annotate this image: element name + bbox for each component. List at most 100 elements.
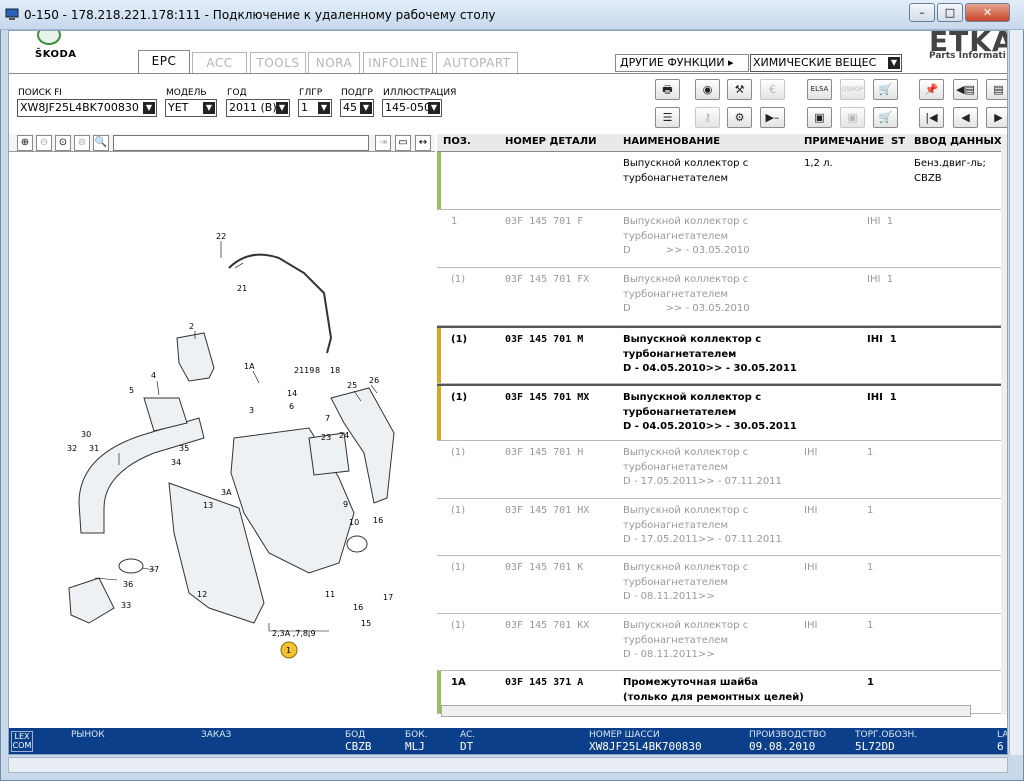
oil-line-part (228, 253, 333, 354)
row-pos: 1A (451, 677, 466, 688)
search-fi-field[interactable]: XW8JF25L4BK700830 ▼ (17, 99, 157, 117)
filter-label-search: ПОИСК FI (18, 88, 62, 98)
table-row[interactable]: (1) 03F 145 701 K Выпускной коллектор с ту… (437, 556, 1007, 614)
row-pos: (1) (451, 447, 466, 458)
row-name: Выпускной коллектор с турбонагнетателем … (623, 274, 750, 314)
disc-button[interactable]: ◉ (695, 79, 720, 100)
osmop-button[interactable]: OSMOP (840, 79, 865, 100)
col-name[interactable]: НАИМЕНОВАНИЕ (623, 136, 720, 147)
parts-horizontal-scrollbar[interactable] (441, 705, 971, 717)
table-row[interactable]: (1) 03F 145 701 MX Выпускной коллектор с т… (437, 384, 1007, 441)
cart-button[interactable]: 🛒 (873, 79, 898, 100)
split-button[interactable]: ↔ (415, 135, 431, 151)
disabled-nav-button[interactable]: ⇥ (375, 135, 391, 151)
sub-group-value: 45 (343, 101, 357, 114)
filter-label-sub-group: ПОДГР (341, 88, 373, 98)
zoom-reset-button[interactable]: ⊚ (74, 135, 90, 151)
model-select[interactable]: YET ▼ (165, 99, 217, 117)
svg-text:24: 24 (339, 431, 349, 440)
title-bar[interactable]: 0-150 - 178.218.221.178:111 - Подключени… (0, 0, 1024, 30)
row-part-number: 03F 145 701 H (505, 447, 584, 458)
tab-nora[interactable]: NORA (308, 52, 360, 73)
basket-button[interactable]: 🛒 (873, 107, 898, 128)
table-row[interactable]: (1) 03F 145 701 H Выпускной коллектор с ту… (437, 441, 1007, 499)
print-button[interactable]: 🖶 (655, 79, 680, 100)
maximize-button[interactable]: □ (937, 3, 963, 22)
svg-text:1: 1 (286, 646, 291, 655)
next-icon: ▶ (994, 111, 1003, 124)
cart-icon: 🛒 (878, 83, 893, 96)
svg-text:18: 18 (330, 366, 340, 375)
row-st: 1 (867, 562, 874, 573)
layout-button[interactable]: ▭ (395, 135, 411, 151)
window-vertical-scrollbar[interactable] (1009, 30, 1023, 755)
table-row[interactable]: (1) 03F 145 701 FX Выпускной коллектор с т… (437, 268, 1007, 326)
window-horizontal-scrollbar[interactable] (8, 757, 1008, 773)
row-name: Выпускной коллектор с турбонагнетателем … (623, 620, 749, 660)
illustration-select[interactable]: 145-050 ▼ (382, 99, 442, 117)
elsa2-icon: ▣ (814, 111, 825, 124)
prev-button[interactable]: ◀ (953, 107, 978, 128)
svg-text:4: 4 (151, 371, 156, 380)
col-st[interactable]: ST (891, 136, 905, 147)
col-input[interactable]: ВВОД ДАННЫХ П (914, 136, 1007, 147)
zoom-fit-button[interactable]: ⊙ (55, 135, 71, 151)
key-button[interactable]: ⚷ (695, 107, 720, 128)
elsa-button[interactable]: ELSA (807, 79, 832, 100)
col-pos[interactable]: ПОЗ. (443, 136, 471, 147)
row-note: IHI (804, 562, 818, 573)
pin-button[interactable]: 📌 (919, 79, 944, 100)
row-note: 1,2 л. (804, 158, 833, 169)
elsa2-button[interactable]: ▣ (807, 107, 832, 128)
tool-button[interactable]: ▣ (840, 107, 865, 128)
handshake-button[interactable]: ⚒ (727, 79, 752, 100)
year-select[interactable]: 2011 (B) ▼ (226, 99, 290, 117)
other-functions-menu[interactable]: ДРУГИЕ ФУНКЦИИ ▸ (615, 54, 749, 72)
table-row[interactable]: (1) 03F 145 701 M Выпускной коллектор с ту… (437, 326, 1007, 384)
table-row[interactable]: (1) 03F 145 701 KX Выпускной коллектор с т… (437, 614, 1007, 671)
col-note[interactable]: ПРИМЕЧАНИЕ (804, 136, 884, 147)
zoom-reset-icon: ⊚ (77, 137, 87, 148)
table-row[interactable]: (1) 03F 145 701 HX Выпускной коллектор с т… (437, 499, 1007, 556)
main-group-select[interactable]: 1 ▼ (298, 99, 332, 117)
filter-label-year: ГОД (227, 88, 247, 98)
close-button[interactable]: ✕ (965, 3, 1010, 22)
flange-part (68, 577, 115, 624)
row-pos: (1) (451, 620, 466, 631)
list-button[interactable]: ☰ (655, 107, 680, 128)
tab-tools[interactable]: TOOLS (250, 52, 306, 73)
tab-epc[interactable]: EPC (138, 50, 190, 73)
play-dash-button[interactable]: ▶– (760, 107, 785, 128)
bike-button[interactable]: ⚙ (727, 107, 752, 128)
back-page-button[interactable]: ◀▤ (953, 79, 978, 100)
next-button[interactable]: ▶ (986, 107, 1007, 128)
first-button[interactable]: |◀ (919, 107, 944, 128)
chemicals-select[interactable]: ХИМИЧЕСКИЕ ВЕЩЕС ▼ (750, 54, 902, 72)
zoom-out-button[interactable]: ⊖ (36, 135, 52, 151)
trade-code-value: 5L72DD (855, 740, 895, 753)
print-icon: 🖶 (662, 83, 673, 96)
row-part-number: 03F 145 701 MX (505, 392, 590, 403)
exploded-parts-illustration[interactable]: 22 21 2 1A 4 5 2119 8 18 25 26 14 6 7 3 23 24 30 32… (9, 153, 435, 728)
parts-vertical-scrollbar[interactable] (1001, 134, 1007, 714)
zoom-in-button[interactable]: ⊕ (17, 135, 33, 151)
parts-table: ПОЗ. НОМЕР ДЕТАЛИ НАИМЕНОВАНИЕ ПРИМЕЧАНИ… (437, 134, 1007, 714)
row-name: Выпускной коллектор с турбонагнетателем … (623, 334, 797, 374)
illustration-search-input[interactable] (113, 135, 369, 151)
table-row[interactable]: Выпускной коллектор с турбонагнетателем 1… (437, 152, 1007, 210)
tab-acc[interactable]: ACC (192, 52, 247, 73)
row-note: IHI (804, 620, 818, 631)
coins-button[interactable]: € (760, 79, 785, 100)
search-button[interactable]: 🔍 (93, 135, 109, 151)
tab-autopart[interactable]: AUTOPART (436, 52, 518, 73)
sub-group-select[interactable]: 45 ▼ (340, 99, 374, 117)
tab-infoline[interactable]: INFOLINE (363, 52, 433, 73)
row-st: IHI 1 (867, 392, 897, 403)
split-arrows-icon: ↔ (418, 137, 428, 148)
row-pos: (1) (451, 392, 468, 403)
minimize-button[interactable]: – (909, 3, 935, 22)
page-button[interactable]: ▤ (986, 79, 1007, 100)
col-part-number[interactable]: НОМЕР ДЕТАЛИ (505, 136, 596, 147)
table-row[interactable]: 1 03F 145 701 F Выпускной коллектор с турб… (437, 210, 1007, 268)
remote-desktop-icon (5, 7, 19, 21)
